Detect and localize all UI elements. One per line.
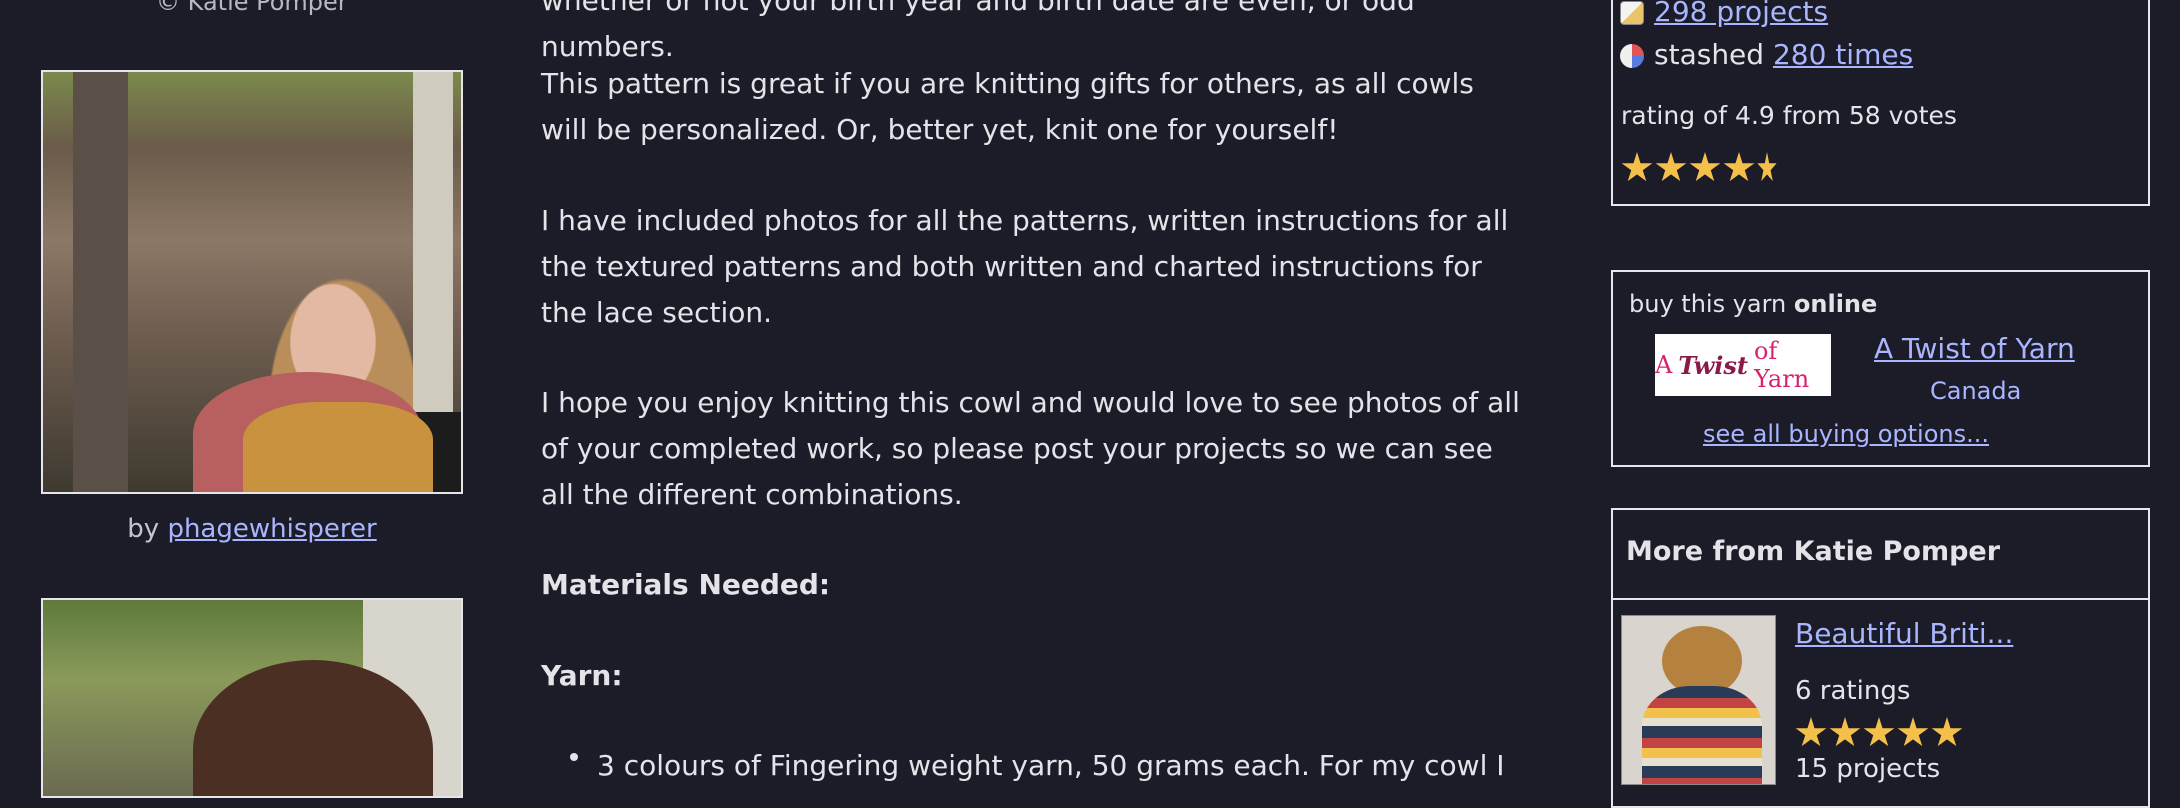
- pattern-rating-stars: [1795, 717, 1963, 749]
- box-divider: [1613, 598, 2148, 600]
- buy-title-bold: online: [1793, 290, 1878, 318]
- photo-tree-trunk: [73, 72, 128, 492]
- description-paragraph-1: This pattern is great if you are knittin…: [541, 67, 1474, 146]
- star-icon: [1689, 152, 1721, 182]
- description-paragraph-2: I have included photos for all the patte…: [541, 204, 1509, 329]
- materials-bullet-1: 3 colours of Fingering weight yarn, 50 g…: [597, 749, 1505, 782]
- description-paragraph-top: whether or not your birth year and birth…: [541, 0, 1415, 63]
- shop-logo[interactable]: A Twist of Yarn: [1655, 334, 1831, 396]
- projects-link[interactable]: 298 projects: [1654, 0, 1828, 28]
- bullet-dot: [570, 753, 578, 761]
- photo-credit-prefix: by: [127, 514, 160, 544]
- star-icon: [1621, 152, 1653, 182]
- stashed-prefix: stashed: [1654, 38, 1765, 71]
- star-icon: [1863, 717, 1895, 747]
- photo-scarf-gold: [243, 402, 433, 492]
- pattern-photo-1[interactable]: [41, 70, 463, 494]
- rating-stars: [1621, 152, 1777, 184]
- star-icon: [1897, 717, 1929, 747]
- see-all-buying-options-link[interactable]: see all buying options...: [1703, 420, 1989, 448]
- shop-logo-text-1: A: [1655, 351, 1673, 379]
- star-icon: [1655, 152, 1687, 182]
- shop-name-link[interactable]: A Twist of Yarn: [1874, 332, 2075, 365]
- pattern-photo-2[interactable]: [41, 598, 463, 798]
- pattern-ratings: 6 ratings: [1795, 676, 1911, 706]
- pattern-name-link[interactable]: Beautiful Briti...: [1795, 617, 2013, 650]
- photo-copyright: © Katie Pomper: [156, 0, 348, 16]
- pattern-projects: 15 projects: [1795, 754, 1941, 784]
- star-icon: [1723, 152, 1755, 182]
- shop-logo-text-2: Twist: [1678, 350, 1748, 380]
- description-paragraph-3: I hope you enjoy knitting this cowl and …: [541, 386, 1520, 511]
- yarn-heading: Yarn:: [541, 659, 623, 692]
- projects-row: 298 projects: [1620, 0, 1828, 28]
- more-from-title: More from Katie Pomper: [1626, 536, 2001, 567]
- buy-title-prefix: buy this yarn: [1629, 290, 1787, 318]
- photo-credit-user-link[interactable]: phagewhisperer: [167, 514, 376, 544]
- star-icon: [1829, 717, 1861, 747]
- rating-text: rating of 4.9 from 58 votes: [1621, 101, 1957, 130]
- buy-title: buy this yarn online: [1629, 290, 1877, 318]
- shop-logo-text-3: of Yarn: [1753, 337, 1810, 393]
- pattern-thumbnail[interactable]: [1621, 615, 1776, 785]
- stashed-row: stashed 280 times: [1620, 38, 1913, 71]
- shop-country: Canada: [1930, 377, 2022, 405]
- materials-heading: Materials Needed:: [541, 568, 831, 601]
- stashed-link[interactable]: 280 times: [1773, 38, 1913, 71]
- partial-star-icon: [1757, 152, 1777, 182]
- star-icon: [1795, 717, 1827, 747]
- thumb-hat-body: [1642, 686, 1762, 784]
- stash-icon: [1620, 44, 1644, 68]
- projects-icon: [1620, 1, 1644, 25]
- star-icon: [1931, 717, 1963, 747]
- photo-credit: by phagewhisperer: [41, 514, 463, 544]
